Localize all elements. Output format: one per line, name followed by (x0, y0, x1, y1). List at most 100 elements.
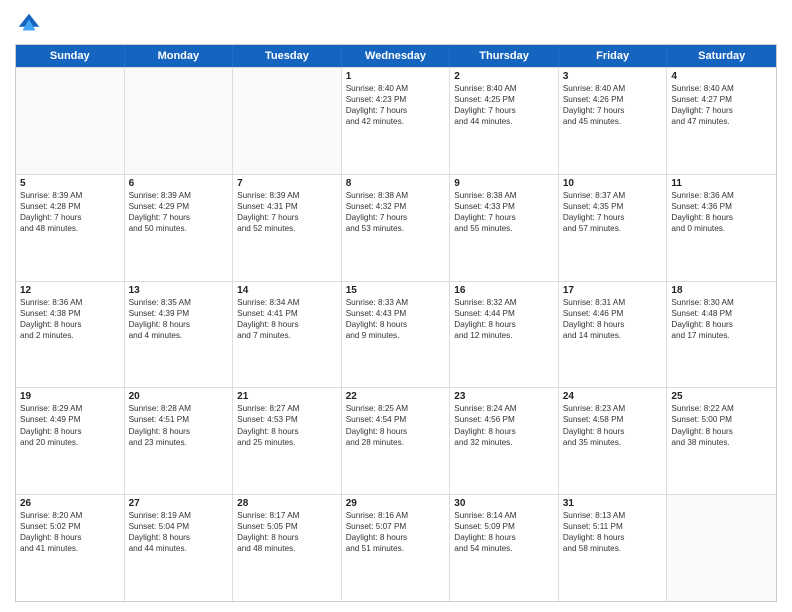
weekday-header-friday: Friday (559, 45, 668, 67)
day-cell-9: 9Sunrise: 8:38 AM Sunset: 4:33 PM Daylig… (450, 175, 559, 281)
day-number: 7 (237, 178, 337, 189)
day-info: Sunrise: 8:40 AM Sunset: 4:23 PM Dayligh… (346, 83, 446, 127)
day-number: 1 (346, 71, 446, 82)
day-info: Sunrise: 8:13 AM Sunset: 5:11 PM Dayligh… (563, 510, 663, 554)
weekday-header-monday: Monday (125, 45, 234, 67)
day-info: Sunrise: 8:14 AM Sunset: 5:09 PM Dayligh… (454, 510, 554, 554)
logo-icon (15, 10, 43, 38)
day-cell-8: 8Sunrise: 8:38 AM Sunset: 4:32 PM Daylig… (342, 175, 451, 281)
day-number: 10 (563, 178, 663, 189)
day-cell-28: 28Sunrise: 8:17 AM Sunset: 5:05 PM Dayli… (233, 495, 342, 601)
day-cell-12: 12Sunrise: 8:36 AM Sunset: 4:38 PM Dayli… (16, 282, 125, 388)
calendar-row-0: 1Sunrise: 8:40 AM Sunset: 4:23 PM Daylig… (16, 67, 776, 174)
day-cell-31: 31Sunrise: 8:13 AM Sunset: 5:11 PM Dayli… (559, 495, 668, 601)
day-cell-23: 23Sunrise: 8:24 AM Sunset: 4:56 PM Dayli… (450, 388, 559, 494)
day-info: Sunrise: 8:39 AM Sunset: 4:29 PM Dayligh… (129, 190, 229, 234)
day-info: Sunrise: 8:19 AM Sunset: 5:04 PM Dayligh… (129, 510, 229, 554)
day-number: 4 (671, 71, 772, 82)
weekday-header-tuesday: Tuesday (233, 45, 342, 67)
calendar-header: SundayMondayTuesdayWednesdayThursdayFrid… (16, 45, 776, 67)
weekday-header-sunday: Sunday (16, 45, 125, 67)
empty-cell-0-1 (125, 68, 234, 174)
day-info: Sunrise: 8:40 AM Sunset: 4:26 PM Dayligh… (563, 83, 663, 127)
calendar-row-2: 12Sunrise: 8:36 AM Sunset: 4:38 PM Dayli… (16, 281, 776, 388)
day-cell-17: 17Sunrise: 8:31 AM Sunset: 4:46 PM Dayli… (559, 282, 668, 388)
weekday-header-thursday: Thursday (450, 45, 559, 67)
day-number: 2 (454, 71, 554, 82)
day-number: 12 (20, 285, 120, 296)
day-number: 28 (237, 498, 337, 509)
day-cell-14: 14Sunrise: 8:34 AM Sunset: 4:41 PM Dayli… (233, 282, 342, 388)
day-number: 21 (237, 391, 337, 402)
day-info: Sunrise: 8:25 AM Sunset: 4:54 PM Dayligh… (346, 403, 446, 447)
day-cell-2: 2Sunrise: 8:40 AM Sunset: 4:25 PM Daylig… (450, 68, 559, 174)
day-number: 17 (563, 285, 663, 296)
calendar: SundayMondayTuesdayWednesdayThursdayFrid… (15, 44, 777, 602)
day-cell-20: 20Sunrise: 8:28 AM Sunset: 4:51 PM Dayli… (125, 388, 234, 494)
day-number: 19 (20, 391, 120, 402)
day-cell-19: 19Sunrise: 8:29 AM Sunset: 4:49 PM Dayli… (16, 388, 125, 494)
day-cell-21: 21Sunrise: 8:27 AM Sunset: 4:53 PM Dayli… (233, 388, 342, 494)
weekday-header-wednesday: Wednesday (342, 45, 451, 67)
day-number: 16 (454, 285, 554, 296)
day-info: Sunrise: 8:20 AM Sunset: 5:02 PM Dayligh… (20, 510, 120, 554)
day-number: 8 (346, 178, 446, 189)
day-number: 30 (454, 498, 554, 509)
calendar-row-1: 5Sunrise: 8:39 AM Sunset: 4:28 PM Daylig… (16, 174, 776, 281)
day-cell-3: 3Sunrise: 8:40 AM Sunset: 4:26 PM Daylig… (559, 68, 668, 174)
day-info: Sunrise: 8:36 AM Sunset: 4:36 PM Dayligh… (671, 190, 772, 234)
day-cell-27: 27Sunrise: 8:19 AM Sunset: 5:04 PM Dayli… (125, 495, 234, 601)
day-number: 15 (346, 285, 446, 296)
day-number: 6 (129, 178, 229, 189)
day-info: Sunrise: 8:38 AM Sunset: 4:32 PM Dayligh… (346, 190, 446, 234)
day-info: Sunrise: 8:40 AM Sunset: 4:25 PM Dayligh… (454, 83, 554, 127)
day-info: Sunrise: 8:33 AM Sunset: 4:43 PM Dayligh… (346, 297, 446, 341)
day-info: Sunrise: 8:28 AM Sunset: 4:51 PM Dayligh… (129, 403, 229, 447)
day-info: Sunrise: 8:22 AM Sunset: 5:00 PM Dayligh… (671, 403, 772, 447)
day-number: 5 (20, 178, 120, 189)
day-cell-24: 24Sunrise: 8:23 AM Sunset: 4:58 PM Dayli… (559, 388, 668, 494)
day-cell-11: 11Sunrise: 8:36 AM Sunset: 4:36 PM Dayli… (667, 175, 776, 281)
day-info: Sunrise: 8:35 AM Sunset: 4:39 PM Dayligh… (129, 297, 229, 341)
day-number: 20 (129, 391, 229, 402)
day-number: 3 (563, 71, 663, 82)
day-cell-26: 26Sunrise: 8:20 AM Sunset: 5:02 PM Dayli… (16, 495, 125, 601)
day-number: 9 (454, 178, 554, 189)
day-cell-7: 7Sunrise: 8:39 AM Sunset: 4:31 PM Daylig… (233, 175, 342, 281)
day-info: Sunrise: 8:31 AM Sunset: 4:46 PM Dayligh… (563, 297, 663, 341)
logo (15, 10, 47, 38)
day-number: 23 (454, 391, 554, 402)
day-cell-10: 10Sunrise: 8:37 AM Sunset: 4:35 PM Dayli… (559, 175, 668, 281)
weekday-header-saturday: Saturday (667, 45, 776, 67)
day-info: Sunrise: 8:39 AM Sunset: 4:28 PM Dayligh… (20, 190, 120, 234)
day-info: Sunrise: 8:39 AM Sunset: 4:31 PM Dayligh… (237, 190, 337, 234)
empty-cell-0-0 (16, 68, 125, 174)
day-cell-13: 13Sunrise: 8:35 AM Sunset: 4:39 PM Dayli… (125, 282, 234, 388)
day-info: Sunrise: 8:36 AM Sunset: 4:38 PM Dayligh… (20, 297, 120, 341)
day-number: 13 (129, 285, 229, 296)
day-info: Sunrise: 8:32 AM Sunset: 4:44 PM Dayligh… (454, 297, 554, 341)
day-number: 24 (563, 391, 663, 402)
day-info: Sunrise: 8:27 AM Sunset: 4:53 PM Dayligh… (237, 403, 337, 447)
day-cell-29: 29Sunrise: 8:16 AM Sunset: 5:07 PM Dayli… (342, 495, 451, 601)
day-cell-4: 4Sunrise: 8:40 AM Sunset: 4:27 PM Daylig… (667, 68, 776, 174)
calendar-row-3: 19Sunrise: 8:29 AM Sunset: 4:49 PM Dayli… (16, 387, 776, 494)
day-info: Sunrise: 8:38 AM Sunset: 4:33 PM Dayligh… (454, 190, 554, 234)
day-number: 26 (20, 498, 120, 509)
day-cell-30: 30Sunrise: 8:14 AM Sunset: 5:09 PM Dayli… (450, 495, 559, 601)
day-info: Sunrise: 8:24 AM Sunset: 4:56 PM Dayligh… (454, 403, 554, 447)
day-cell-15: 15Sunrise: 8:33 AM Sunset: 4:43 PM Dayli… (342, 282, 451, 388)
calendar-body: 1Sunrise: 8:40 AM Sunset: 4:23 PM Daylig… (16, 67, 776, 601)
day-info: Sunrise: 8:17 AM Sunset: 5:05 PM Dayligh… (237, 510, 337, 554)
empty-cell-4-6 (667, 495, 776, 601)
day-cell-1: 1Sunrise: 8:40 AM Sunset: 4:23 PM Daylig… (342, 68, 451, 174)
day-info: Sunrise: 8:30 AM Sunset: 4:48 PM Dayligh… (671, 297, 772, 341)
day-cell-22: 22Sunrise: 8:25 AM Sunset: 4:54 PM Dayli… (342, 388, 451, 494)
day-number: 25 (671, 391, 772, 402)
day-number: 18 (671, 285, 772, 296)
day-cell-18: 18Sunrise: 8:30 AM Sunset: 4:48 PM Dayli… (667, 282, 776, 388)
day-number: 31 (563, 498, 663, 509)
calendar-row-4: 26Sunrise: 8:20 AM Sunset: 5:02 PM Dayli… (16, 494, 776, 601)
day-cell-16: 16Sunrise: 8:32 AM Sunset: 4:44 PM Dayli… (450, 282, 559, 388)
day-number: 11 (671, 178, 772, 189)
